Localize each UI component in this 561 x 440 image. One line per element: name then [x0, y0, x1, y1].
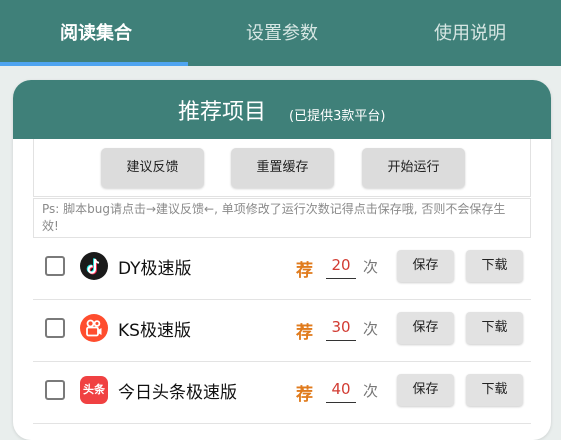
- active-tab-indicator: [0, 62, 188, 66]
- card-header: 推荐项目 (已提供3款平台): [13, 80, 551, 139]
- app-row: 头条 今日头条极速版 荐 次 保存 下载: [33, 362, 531, 424]
- app-name: KS极速版: [118, 321, 191, 341]
- douyin-icon: [80, 252, 108, 280]
- toutiao-icon: 头条: [80, 376, 108, 404]
- tab-settings[interactable]: 设置参数: [242, 20, 322, 48]
- feedback-button[interactable]: 建议反馈: [101, 148, 204, 188]
- app-row: DY极速版 荐 次 保存 下载: [33, 238, 531, 300]
- count-unit: 次: [363, 382, 379, 400]
- notice-text: Ps: 脚本bug请点击→建议反馈←, 单项修改了运行次数记得点击保存哦, 否则…: [33, 198, 531, 238]
- count-unit: 次: [363, 258, 379, 276]
- download-button[interactable]: 下载: [466, 374, 523, 406]
- run-count-input[interactable]: [326, 252, 356, 279]
- app-name: DY极速版: [118, 259, 192, 279]
- save-button[interactable]: 保存: [397, 312, 454, 344]
- download-button[interactable]: 下载: [466, 312, 523, 344]
- app-checkbox[interactable]: [45, 380, 65, 400]
- tab-reading-collection[interactable]: 阅读集合: [56, 20, 136, 48]
- app-row: KS极速版 荐 次 保存 下载: [33, 300, 531, 362]
- run-count-input[interactable]: [326, 314, 356, 341]
- kuaishou-icon: [80, 314, 108, 342]
- save-button[interactable]: 保存: [397, 250, 454, 282]
- recommended-projects-card: 推荐项目 (已提供3款平台) 建议反馈 重置缓存 开始运行 Ps: 脚本bug请…: [13, 80, 551, 440]
- app-checkbox[interactable]: [45, 318, 65, 338]
- count-unit: 次: [363, 320, 379, 338]
- card-subtitle: (已提供3款平台): [289, 109, 386, 124]
- download-button[interactable]: 下载: [466, 250, 523, 282]
- recommend-icon: 荐: [296, 261, 313, 281]
- save-button[interactable]: 保存: [397, 374, 454, 406]
- top-tab-bar: 阅读集合 设置参数 使用说明: [0, 0, 561, 66]
- recommend-icon: 荐: [296, 323, 313, 343]
- reset-cache-button[interactable]: 重置缓存: [231, 148, 334, 188]
- run-count-input[interactable]: [326, 376, 356, 403]
- tab-instructions[interactable]: 使用说明: [430, 20, 510, 48]
- start-run-button[interactable]: 开始运行: [362, 148, 465, 188]
- app-name: 今日头条极速版: [118, 383, 237, 403]
- action-button-panel: 建议反馈 重置缓存 开始运行: [33, 139, 531, 197]
- card-title: 推荐项目: [178, 100, 267, 125]
- recommend-icon: 荐: [296, 385, 313, 405]
- app-checkbox[interactable]: [45, 256, 65, 276]
